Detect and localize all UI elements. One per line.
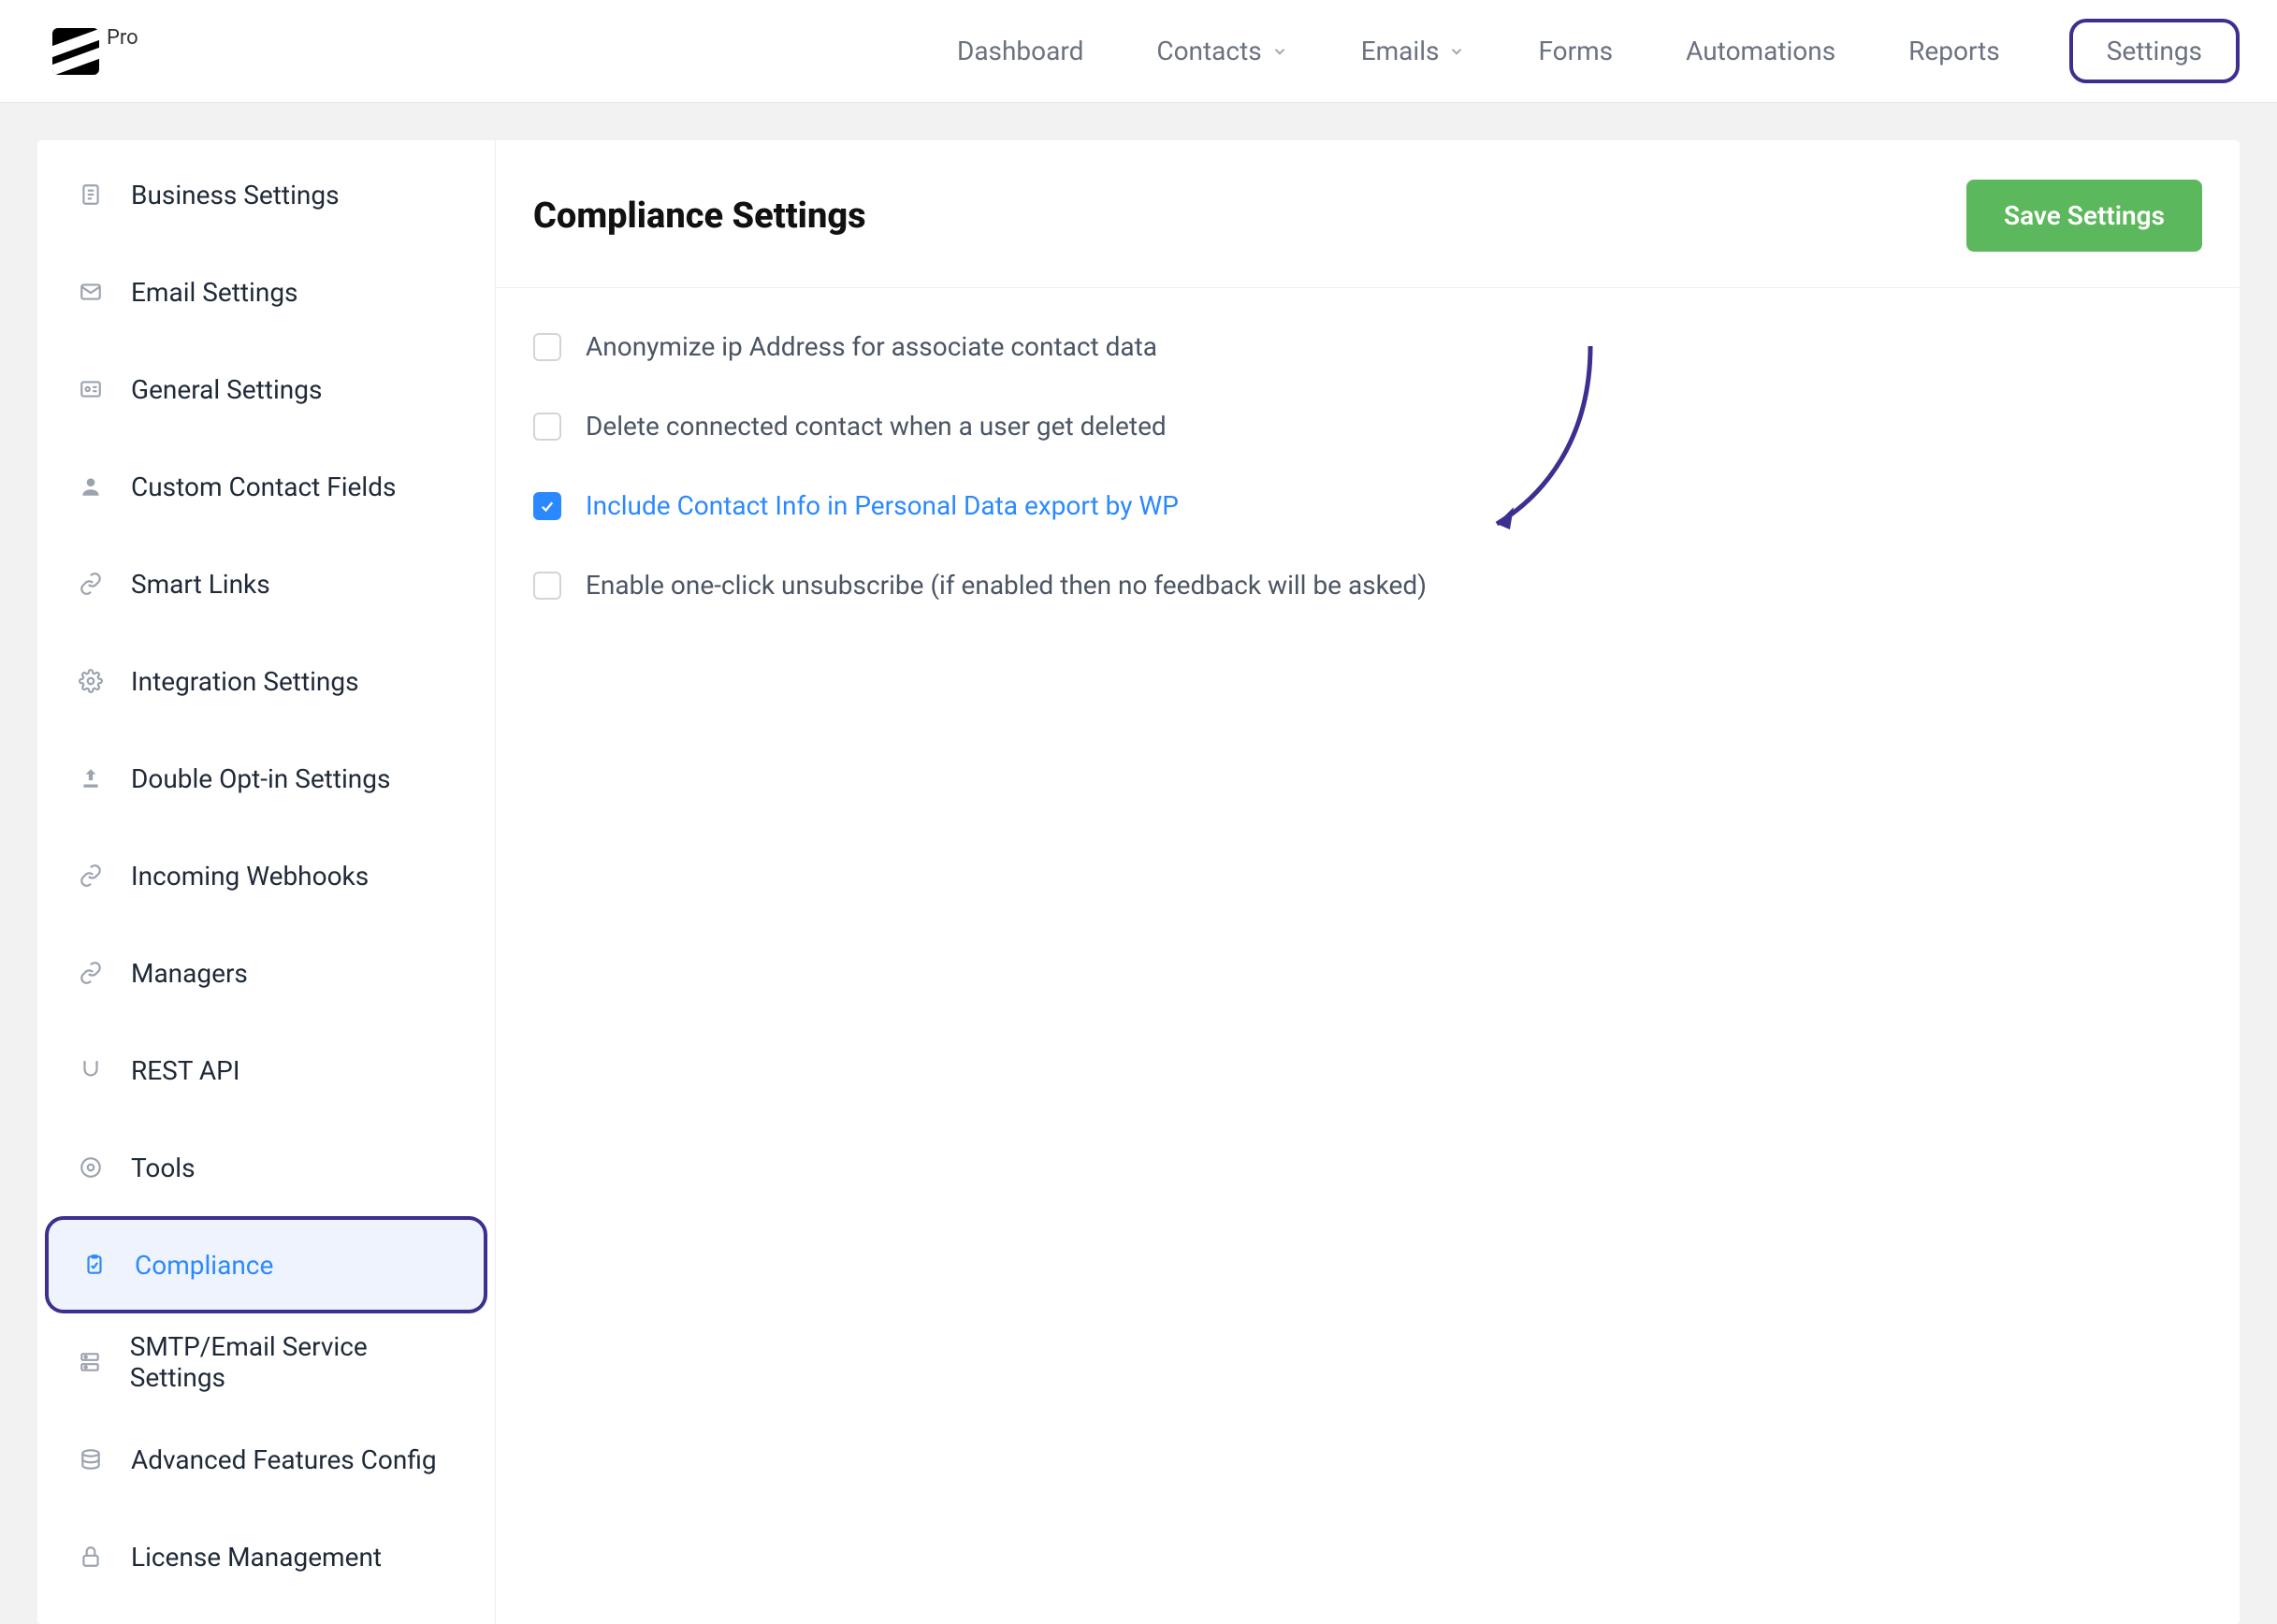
option-include-contact-info[interactable]: Include Contact Info in Personal Data ex…	[533, 490, 2202, 521]
nav-automations[interactable]: Automations	[1682, 28, 1839, 74]
sidebar-item-custom-contact-fields[interactable]: Custom Contact Fields	[37, 438, 495, 535]
sidebar-item-label: Managers	[131, 958, 248, 989]
top-nav: Dashboard Contacts Emails Forms Automati…	[953, 19, 2240, 83]
sidebar-item-label: Email Settings	[131, 277, 298, 308]
nav-forms[interactable]: Forms	[1534, 28, 1617, 74]
nav-dashboard[interactable]: Dashboard	[953, 28, 1087, 74]
chevron-down-icon	[1271, 43, 1288, 60]
main-panel: Compliance Settings Save Settings Anonym…	[496, 140, 2240, 1624]
upload-icon	[77, 764, 105, 792]
nav-settings[interactable]: Settings	[2069, 19, 2240, 83]
sidebar-item-advanced-features[interactable]: Advanced Features Config	[37, 1411, 495, 1508]
clipboard-icon	[80, 1251, 109, 1279]
nav-dashboard-label: Dashboard	[957, 36, 1083, 66]
stack-icon	[77, 1445, 105, 1473]
link-icon	[77, 862, 105, 890]
checkbox-icon[interactable]	[533, 572, 561, 600]
sidebar-item-general-settings[interactable]: General Settings	[37, 341, 495, 438]
link-icon	[77, 959, 105, 987]
checkbox-icon[interactable]	[533, 413, 561, 441]
option-anonymize-ip[interactable]: Anonymize ip Address for associate conta…	[533, 331, 2202, 362]
sidebar-item-label: Incoming Webhooks	[131, 861, 369, 892]
option-label: Anonymize ip Address for associate conta…	[586, 331, 1157, 362]
lock-icon	[77, 1543, 105, 1571]
brand-pro-label: Pro	[107, 26, 138, 50]
save-settings-button[interactable]: Save Settings	[1966, 180, 2202, 252]
nav-automations-label: Automations	[1686, 36, 1835, 66]
link-icon	[77, 570, 105, 598]
brand-logo-icon	[52, 28, 99, 75]
sidebar-item-label: Business Settings	[131, 180, 340, 210]
sidebar-item-label: Integration Settings	[131, 666, 359, 697]
user-icon	[77, 472, 105, 500]
checkbox-icon[interactable]	[533, 333, 561, 361]
option-label: Delete connected contact when a user get…	[586, 411, 1167, 442]
document-icon	[77, 181, 105, 209]
id-card-icon	[77, 375, 105, 403]
nav-settings-label: Settings	[2107, 36, 2202, 66]
nav-emails[interactable]: Emails	[1357, 28, 1470, 74]
sidebar-item-label: Custom Contact Fields	[131, 471, 396, 502]
option-label: Include Contact Info in Personal Data ex…	[586, 490, 1179, 521]
circle-icon	[77, 1153, 105, 1182]
nav-emails-label: Emails	[1361, 36, 1440, 66]
sidebar-item-label: License Management	[131, 1542, 382, 1573]
chevron-down-icon	[1448, 43, 1465, 60]
option-one-click-unsubscribe[interactable]: Enable one-click unsubscribe (if enabled…	[533, 570, 2202, 601]
sidebar-item-incoming-webhooks[interactable]: Incoming Webhooks	[37, 827, 495, 924]
sidebar-item-double-optin[interactable]: Double Opt-in Settings	[37, 730, 495, 827]
content-area: Business Settings Email Settings General…	[0, 103, 2277, 1624]
server-icon	[77, 1348, 104, 1376]
checkbox-checked-icon[interactable]	[533, 492, 561, 520]
sidebar-item-label: General Settings	[131, 374, 322, 405]
brand: Pro	[52, 28, 138, 75]
page-header: Compliance Settings Save Settings	[496, 140, 2240, 288]
sidebar-item-label: REST API	[131, 1055, 239, 1086]
page-title: Compliance Settings	[533, 196, 866, 237]
sidebar: Business Settings Email Settings General…	[37, 140, 496, 1624]
sidebar-item-managers[interactable]: Managers	[37, 924, 495, 1022]
topbar: Pro Dashboard Contacts Emails Forms	[0, 0, 2277, 103]
nav-reports[interactable]: Reports	[1905, 28, 2004, 74]
sidebar-item-label: Smart Links	[131, 569, 270, 600]
sidebar-item-email-settings[interactable]: Email Settings	[37, 243, 495, 341]
nav-forms-label: Forms	[1538, 36, 1613, 66]
sidebar-item-label: Advanced Features Config	[131, 1444, 437, 1475]
sidebar-item-label: SMTP/Email Service Settings	[130, 1331, 456, 1393]
sidebar-item-label: Double Opt-in Settings	[131, 763, 390, 794]
sidebar-item-business-settings[interactable]: Business Settings	[37, 146, 495, 243]
option-label: Enable one-click unsubscribe (if enabled…	[586, 570, 1427, 601]
nav-contacts[interactable]: Contacts	[1153, 28, 1291, 74]
compliance-options: Anonymize ip Address for associate conta…	[496, 288, 2240, 644]
gear-icon	[77, 667, 105, 695]
mail-icon	[77, 278, 105, 306]
nav-contacts-label: Contacts	[1156, 36, 1261, 66]
sidebar-item-smart-links[interactable]: Smart Links	[37, 535, 495, 632]
sidebar-item-integration-settings[interactable]: Integration Settings	[37, 632, 495, 730]
sidebar-item-tools[interactable]: Tools	[37, 1119, 495, 1216]
sidebar-item-smtp-email[interactable]: SMTP/Email Service Settings	[37, 1313, 495, 1411]
sidebar-item-compliance[interactable]: Compliance	[45, 1216, 487, 1313]
nav-reports-label: Reports	[1908, 36, 2000, 66]
sidebar-item-rest-api[interactable]: REST API	[37, 1022, 495, 1119]
magnet-icon	[77, 1056, 105, 1084]
sidebar-item-label: Compliance	[135, 1250, 273, 1281]
sidebar-item-license-management[interactable]: License Management	[37, 1508, 495, 1605]
sidebar-item-label: Tools	[131, 1153, 196, 1183]
option-delete-contact[interactable]: Delete connected contact when a user get…	[533, 411, 2202, 442]
